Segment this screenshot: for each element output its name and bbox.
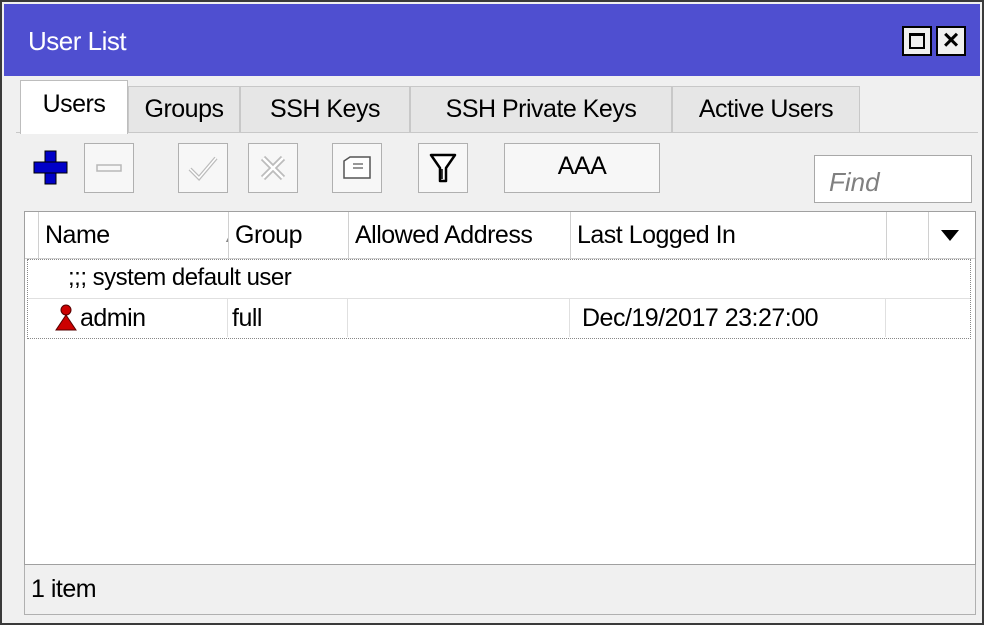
aaa-button[interactable]: AAA — [504, 143, 660, 193]
find-input[interactable] — [814, 155, 972, 203]
remove-button[interactable] — [84, 143, 134, 193]
comment-icon — [343, 156, 371, 179]
remove-icon — [96, 164, 122, 172]
cell-name: admin — [28, 299, 228, 337]
user-list-window: User List × Users Groups SSH Keys SSH Pr… — [0, 0, 984, 625]
window-title: User List — [28, 26, 127, 56]
table-row-group[interactable]: ;;; system default user admin full Dec/1… — [27, 259, 971, 339]
tab-ssh-private-keys[interactable]: SSH Private Keys — [410, 86, 672, 132]
enable-icon — [188, 156, 218, 181]
cell-group: full — [228, 299, 348, 337]
column-header-name[interactable]: Name ▲ — [39, 212, 229, 258]
comment-button[interactable] — [332, 143, 382, 193]
row-marker-header — [25, 212, 39, 258]
column-chooser-icon[interactable] — [941, 230, 959, 241]
maximize-button[interactable] — [902, 26, 932, 56]
add-icon — [33, 150, 68, 185]
disable-button[interactable] — [248, 143, 298, 193]
cell-allowed-address — [348, 299, 570, 337]
tab-ssh-keys[interactable]: SSH Keys — [240, 86, 410, 132]
user-table: Name ▲ Group Allowed Address Last Logged… — [24, 211, 976, 565]
enable-button[interactable] — [178, 143, 228, 193]
filter-button[interactable] — [418, 143, 468, 193]
tab-panel-users: AAA Name ▲ Group Allowed Address Last Lo… — [16, 132, 978, 617]
table-header: Name ▲ Group Allowed Address Last Logged… — [25, 212, 975, 259]
filter-icon — [429, 153, 457, 183]
cell-last-logged-in: Dec/19/2017 23:27:00 — [570, 299, 886, 337]
column-header-name-label: Name — [45, 221, 110, 249]
status-bar: 1 item — [24, 565, 976, 615]
table-row[interactable]: admin full Dec/19/2017 23:27:00 — [28, 298, 970, 337]
tab-users[interactable]: Users — [20, 80, 128, 134]
tab-active-users[interactable]: Active Users — [672, 86, 860, 132]
column-header-last-logged-in[interactable]: Last Logged In — [571, 212, 887, 258]
row-comment: ;;; system default user — [68, 264, 292, 291]
column-header-blank — [887, 212, 929, 258]
disable-icon — [260, 155, 286, 181]
add-button[interactable] — [26, 143, 76, 193]
user-icon — [55, 304, 77, 331]
tab-groups[interactable]: Groups — [128, 86, 240, 132]
user-name: admin — [80, 304, 146, 332]
title-bar[interactable]: User List × — [4, 4, 980, 76]
close-button[interactable]: × — [936, 24, 966, 56]
column-header-group[interactable]: Group — [229, 212, 349, 258]
maximize-icon — [909, 33, 925, 49]
column-header-allowed-address[interactable]: Allowed Address — [349, 212, 571, 258]
close-icon: × — [942, 24, 960, 55]
